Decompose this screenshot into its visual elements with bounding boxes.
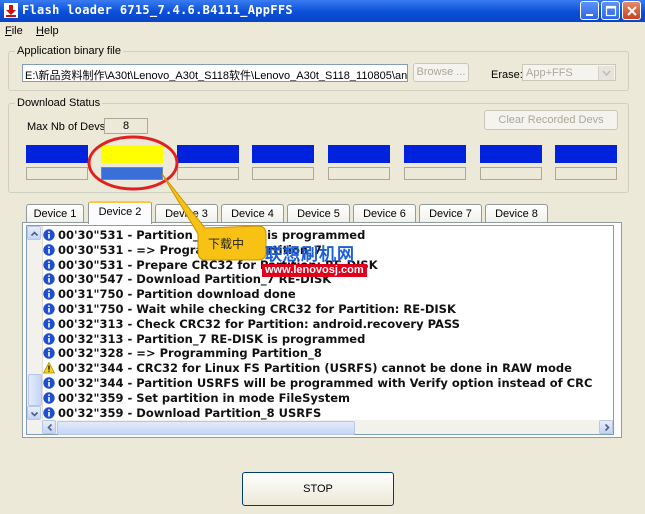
log-entry-text: 00'32"359 - Set partition in mode FileSy… — [58, 390, 351, 405]
log-entry-text: 00'31"750 - Wait while checking CRC32 fo… — [58, 302, 456, 316]
log-entry-text: 00'32"344 - CRC32 for Linux FS Partition… — [58, 361, 572, 376]
info-icon — [43, 303, 55, 315]
title-bar: Flash loader 6715_7.4.6.B4111_AppFFS — [0, 0, 645, 22]
scroll-down-button[interactable] — [27, 406, 41, 420]
tab-device-4[interactable]: Device 4 — [221, 204, 284, 223]
minimize-button[interactable] — [580, 1, 599, 20]
device-5-progress — [328, 167, 390, 180]
device-2-status — [101, 145, 163, 163]
device-4-status — [252, 145, 314, 163]
chevron-left-icon — [47, 423, 53, 432]
device-6-progress — [404, 167, 466, 180]
device-8-progress — [555, 167, 617, 180]
chevron-down-icon — [598, 66, 614, 80]
info-icon — [43, 229, 55, 241]
app-download-icon — [4, 3, 18, 18]
device-5-status — [328, 145, 390, 163]
erase-label: Erase: — [491, 69, 523, 81]
erase-select-value: App+FFS — [526, 67, 573, 79]
device-3-status — [177, 145, 239, 163]
max-devs-value: 8 — [104, 118, 148, 134]
tab-device-3[interactable]: Device 3 — [155, 204, 218, 223]
tab-device-6[interactable]: Device 6 — [353, 204, 416, 223]
info-icon — [43, 347, 55, 360]
device-4-progress — [252, 167, 314, 180]
log-vertical-scrollbar[interactable] — [27, 226, 43, 420]
warning-icon — [43, 362, 55, 374]
tab-device-5[interactable]: Device 5 — [287, 204, 350, 223]
info-icon — [43, 258, 55, 271]
menu-help[interactable]: Help — [36, 25, 59, 37]
log-entry-text: 00'32"344 - Partition USRFS will be prog… — [58, 376, 593, 390]
device-2-progress — [101, 167, 163, 180]
scroll-up-button[interactable] — [27, 226, 41, 240]
close-icon — [627, 6, 637, 16]
device-6-status — [404, 145, 466, 163]
log-entry-text: 00'32"328 - => Programming Partition_8 — [58, 346, 322, 361]
callout-text: 下载中 — [208, 237, 245, 251]
device-1-progress — [26, 167, 88, 180]
info-icon — [43, 332, 55, 345]
log-entry-text: 00'32"313 - Check CRC32 for Partition: a… — [58, 316, 460, 331]
scroll-left-button[interactable] — [42, 420, 56, 434]
scroll-thumb[interactable] — [28, 374, 42, 406]
tab-device-7[interactable]: Device 7 — [419, 204, 482, 223]
browse-button[interactable]: Browse ... — [413, 63, 469, 82]
log-horizontal-scrollbar[interactable] — [26, 420, 614, 435]
maximize-icon — [605, 5, 617, 17]
watermark-url: www.lenovosj.com — [262, 264, 367, 277]
close-button[interactable] — [622, 1, 641, 20]
device-7-progress — [480, 167, 542, 180]
download-status-title: Download Status — [15, 97, 103, 109]
info-icon — [43, 377, 55, 389]
tab-device-1[interactable]: Device 1 — [26, 204, 84, 223]
max-devs-label: Max Nb of Devs: — [27, 121, 109, 133]
maximize-button[interactable] — [601, 1, 620, 20]
chevron-down-icon — [30, 411, 39, 417]
erase-select[interactable]: App+FFS — [522, 64, 616, 81]
info-icon — [43, 406, 55, 419]
minimize-icon — [586, 14, 593, 16]
chevron-right-icon — [604, 423, 610, 432]
info-icon — [43, 392, 55, 404]
stop-button[interactable]: STOP — [242, 472, 394, 506]
log-entry-text: 00'32"359 - Download Partition_8 USRFS — [58, 405, 322, 420]
chevron-up-icon — [30, 231, 39, 237]
menu-bar: File Help — [0, 22, 645, 40]
tab-device-2[interactable]: Device 2 — [88, 201, 152, 224]
watermark-name: 联想刷机网 — [265, 245, 355, 265]
device-7-status — [480, 145, 542, 163]
scroll-right-button[interactable] — [599, 420, 613, 434]
clear-recorded-devs-button[interactable]: Clear Recorded Devs — [484, 110, 618, 130]
device-3-progress — [177, 167, 239, 180]
app-binary-group-title: Application binary file — [15, 45, 123, 57]
horizontal-scroll-thumb[interactable] — [57, 421, 355, 435]
binary-path-field[interactable]: E:\新品资料制作\A30t\Lenovo_A30t_S118软件\Lenovo… — [22, 64, 408, 82]
info-icon — [43, 288, 55, 300]
device-1-status — [26, 145, 88, 163]
flash-loader-window: Flash loader 6715_7.4.6.B4111_AppFFS Fil… — [0, 0, 645, 514]
device-8-status — [555, 145, 617, 163]
info-icon — [43, 318, 55, 330]
log-entry-text: 00'31"750 - Partition download done — [58, 287, 296, 302]
tab-device-8[interactable]: Device 8 — [485, 204, 548, 223]
info-icon — [43, 273, 55, 286]
window-title: Flash loader 6715_7.4.6.B4111_AppFFS — [22, 3, 293, 17]
info-icon — [43, 244, 55, 256]
menu-file[interactable]: File — [5, 25, 23, 37]
log-entry-text: 00'32"313 - Partition_7 RE-DISK is progr… — [58, 331, 366, 346]
